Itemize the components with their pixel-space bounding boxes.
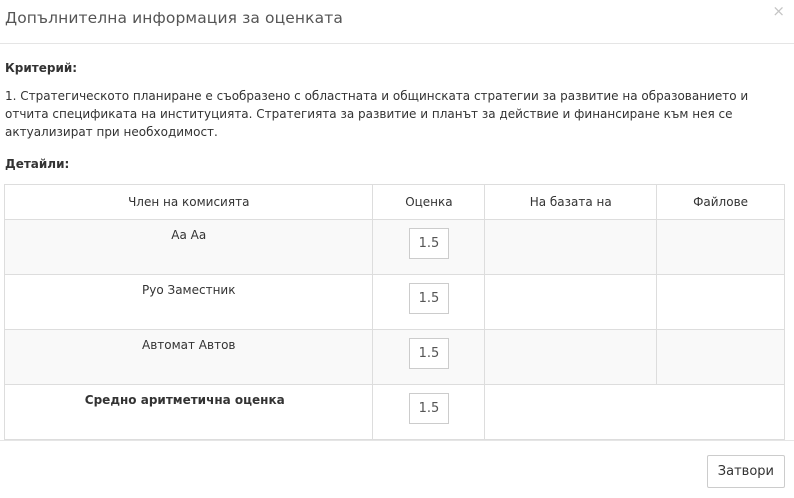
files-cell [656, 219, 785, 275]
average-score-cell: 1.5 [372, 384, 486, 440]
score-cell: 1.5 [372, 329, 486, 385]
score-value: 1.5 [408, 228, 449, 259]
dialog-footer: Затвори [0, 440, 794, 498]
dialog-title: Допълнителна информация за оценката [5, 9, 343, 27]
column-header-basis: На базата на [484, 184, 658, 220]
table-row: Руо Заместник 1.5 [3, 274, 785, 330]
close-icon[interactable]: × [772, 3, 785, 19]
close-button[interactable]: Затвори [706, 455, 785, 488]
evaluation-info-dialog: Допълнителна информация за оценката × Кр… [0, 0, 794, 497]
average-empty-cell [484, 384, 785, 440]
files-cell [656, 329, 785, 385]
table-row: Автомат Автов 1.5 [3, 329, 785, 385]
column-header-member: Член на комисията [3, 184, 374, 220]
table-row: Аа Аа 1.5 [3, 219, 785, 275]
score-value: 1.5 [408, 338, 449, 369]
score-value: 1.5 [408, 283, 449, 314]
member-name: Аа Аа [3, 219, 374, 275]
score-cell: 1.5 [372, 219, 486, 275]
score-cell: 1.5 [372, 274, 486, 330]
average-score-value: 1.5 [408, 393, 449, 424]
criterion-text: 1. Стратегическото планиране е съобразен… [5, 89, 749, 139]
criterion-label: Критерий: [5, 61, 78, 75]
dialog-header: Допълнителна информация за оценката × [0, 0, 794, 44]
basis-cell [484, 274, 658, 330]
column-header-score: Оценка [372, 184, 486, 220]
details-label: Детайли: [5, 157, 70, 171]
details-table: Член на комисията Оценка На базата на Фа… [3, 184, 785, 440]
column-header-files: Файлове [656, 184, 785, 220]
member-name: Руо Заместник [3, 274, 374, 330]
average-label: Средно аритметична оценка [3, 384, 374, 440]
basis-cell [484, 219, 658, 275]
basis-cell [484, 329, 658, 385]
average-row: Средно аритметична оценка 1.5 [3, 384, 785, 440]
member-name: Автомат Автов [3, 329, 374, 385]
files-cell [656, 274, 785, 330]
table-header-row: Член на комисията Оценка На базата на Фа… [3, 184, 785, 220]
